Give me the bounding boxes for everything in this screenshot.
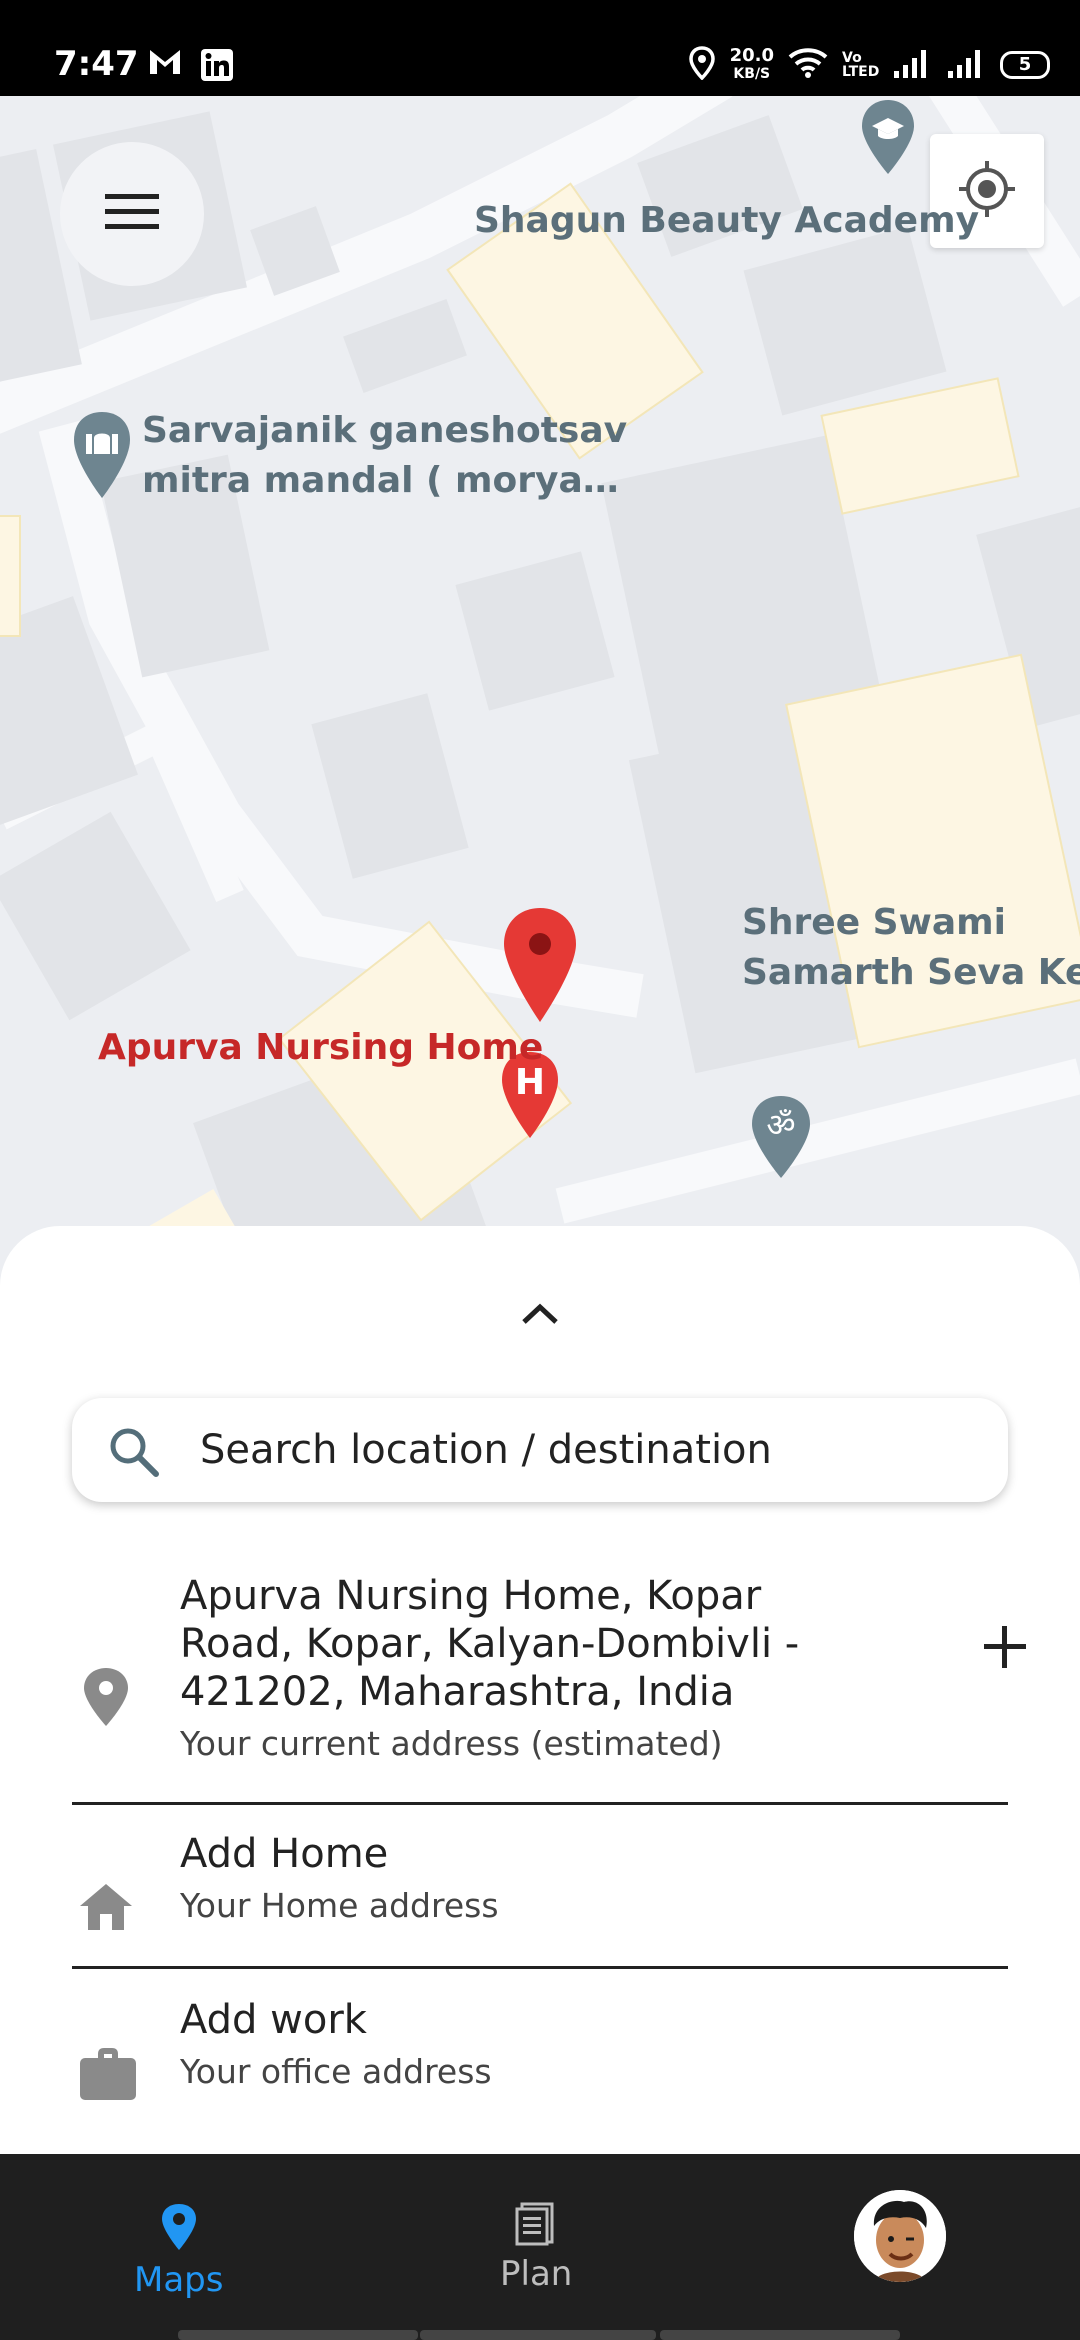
add-home-title: Add Home bbox=[180, 1831, 389, 1877]
add-location-button[interactable] bbox=[960, 1604, 1050, 1694]
om-pin-icon[interactable]: ॐ bbox=[748, 1092, 814, 1184]
network-speed: 20.0 KB/S bbox=[730, 47, 774, 83]
gesture-bar bbox=[660, 2330, 900, 2340]
battery-icon: 5 bbox=[1000, 51, 1050, 79]
plus-icon bbox=[982, 1624, 1028, 1674]
map-label-line: Sarvajanik ganeshotsav bbox=[142, 410, 628, 451]
current-address-line: 421202, Maharashtra, India bbox=[180, 1669, 735, 1715]
profile-avatar[interactable] bbox=[854, 2190, 946, 2282]
wifi-icon bbox=[788, 47, 828, 83]
bottom-navigation: Maps Plan bbox=[0, 2154, 1080, 2340]
current-address-row[interactable]: Apurva Nursing Home, Kopar Road, Kopar, … bbox=[72, 1572, 1026, 1812]
expand-sheet-button[interactable] bbox=[516, 1296, 564, 1336]
hamburger-icon bbox=[103, 192, 161, 236]
search-icon bbox=[106, 1424, 162, 1484]
divider bbox=[72, 1966, 1008, 1969]
search-input[interactable] bbox=[200, 1420, 980, 1480]
place-pin-icon bbox=[78, 1666, 134, 1732]
signal-icon bbox=[892, 47, 932, 83]
add-work-subtitle: Your office address bbox=[180, 2052, 492, 2091]
document-icon bbox=[514, 2202, 558, 2250]
briefcase-icon bbox=[78, 2046, 138, 2106]
linkedin-icon bbox=[200, 48, 234, 86]
map-label-line: Shree Swami bbox=[742, 902, 1007, 943]
current-address-subtitle: Your current address (estimated) bbox=[180, 1724, 723, 1763]
chevron-up-icon bbox=[520, 1302, 560, 1330]
map-label-shagun[interactable]: Shagun Beauty Academy bbox=[474, 196, 979, 246]
map-label-shree-swami[interactable]: Shree Swami Samarth Seva Kend bbox=[742, 898, 1080, 998]
nav-tab-maps[interactable]: Maps bbox=[134, 2202, 223, 2300]
speed-unit: KB/S bbox=[733, 66, 771, 82]
current-address-line: Apurva Nursing Home, Kopar bbox=[180, 1573, 762, 1619]
divider bbox=[72, 1802, 1008, 1805]
temple-pin-icon[interactable] bbox=[70, 408, 134, 504]
add-work-title: Add work bbox=[180, 1997, 367, 2043]
add-home-row[interactable]: Add Home Your Home address bbox=[72, 1830, 1008, 1980]
map-label-line: Samarth Seva Kend bbox=[742, 952, 1080, 993]
selected-location-pin-icon[interactable] bbox=[500, 904, 580, 1028]
location-icon bbox=[688, 46, 716, 84]
gmail-icon bbox=[148, 48, 182, 80]
speed-value: 20.0 bbox=[729, 45, 774, 66]
menu-button[interactable] bbox=[60, 142, 204, 286]
map-label-line: mitra mandal ( morya… bbox=[142, 460, 619, 501]
school-pin-icon[interactable] bbox=[858, 96, 918, 180]
svg-text:ॐ: ॐ bbox=[766, 1106, 795, 1144]
search-bar[interactable] bbox=[72, 1398, 1008, 1502]
add-home-subtitle: Your Home address bbox=[180, 1886, 499, 1925]
nav-tab-maps-label: Maps bbox=[134, 2260, 224, 2300]
status-time: 7:47 bbox=[54, 44, 139, 84]
current-address-line: Road, Kopar, Kalyan-Dombivli - bbox=[180, 1621, 800, 1667]
signal-icon bbox=[946, 47, 986, 83]
map-label-apurva[interactable]: Apurva Nursing Home bbox=[98, 1026, 543, 1070]
map-pin-icon bbox=[159, 2202, 199, 2256]
bottom-sheet[interactable]: Apurva Nursing Home, Kopar Road, Kopar, … bbox=[0, 1226, 1080, 2156]
map-label-ganeshotsav[interactable]: Sarvajanik ganeshotsav mitra mandal ( mo… bbox=[142, 406, 627, 506]
status-bar: 7:47 20.0 KB/S Vo LTED 5 bbox=[0, 0, 1080, 96]
home-icon bbox=[78, 1882, 134, 1936]
gesture-bar bbox=[178, 2330, 418, 2340]
volte-indicator: Vo LTED bbox=[842, 50, 880, 80]
nav-tab-plan-label: Plan bbox=[500, 2254, 573, 2294]
gesture-bar bbox=[420, 2330, 656, 2340]
map-view[interactable]: ॐ H Shagun Beauty Academy Sarvajanik gan… bbox=[0, 96, 1080, 1296]
nav-tab-plan[interactable]: Plan bbox=[500, 2202, 572, 2294]
add-work-row[interactable]: Add work Your office address bbox=[72, 1996, 1008, 2146]
